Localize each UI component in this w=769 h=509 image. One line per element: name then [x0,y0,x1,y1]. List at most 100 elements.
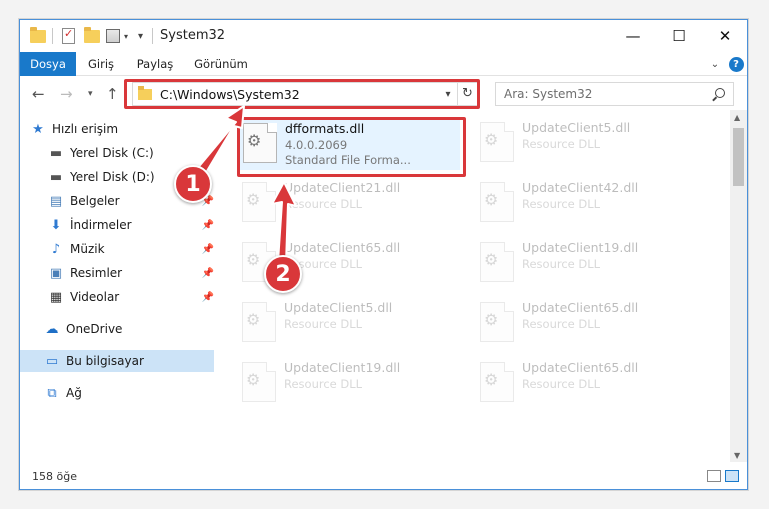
file-name: UpdateClient5.dll [284,300,393,315]
computer-icon: ▭ [45,353,59,369]
gear-icon: ⚙ [246,310,261,329]
sidebar-item-label: Hızlı erişim [52,122,119,136]
forward-button[interactable]: → [60,85,73,103]
sidebar-item-pictures[interactable]: ▣ Resimler 📌 [48,262,214,284]
scroll-up-icon[interactable]: ▲ [734,113,740,122]
file-tile[interactable]: ⚙ UpdateClient19.dll Resource DLL [240,358,460,410]
pin-icon: 📌 [201,243,214,255]
sidebar-item-label: Yerel Disk (D:) [70,170,155,184]
gear-icon: ⚙ [484,190,499,209]
gear-icon: ⚙ [484,370,499,389]
sidebar-item-quick-access[interactable]: ★ Hızlı erişim [30,118,214,140]
file-name: UpdateClient42.dll [522,180,639,195]
file-tile[interactable]: ⚙ UpdateClient65.dll Resource DLL [478,358,698,410]
scroll-down-icon[interactable]: ▼ [734,451,740,460]
quick-access-customize-icon[interactable]: ▾ [138,27,143,45]
sidebar-item-label: OneDrive [66,322,123,336]
search-icon[interactable] [715,88,725,98]
sidebar-item-onedrive[interactable]: ☁ OneDrive [44,318,214,340]
help-icon[interactable]: ? [728,56,744,72]
drive-icon: ▬ [49,169,63,185]
sidebar-item-videos[interactable]: ▦ Videolar 📌 [48,286,214,308]
back-button[interactable]: ← [32,85,45,103]
file-name: UpdateClient65.dll [522,360,639,375]
sidebar-item-label: Resimler [70,266,123,280]
new-folder-icon[interactable] [84,26,100,45]
file-type: Resource DLL [522,197,601,211]
file-tile[interactable]: ⚙ UpdateClient5.dll Resource DLL [478,118,698,170]
file-highlight [237,117,466,177]
file-name: UpdateClient5.dll [522,120,631,135]
vertical-scrollbar[interactable]: ▲ ▼ [730,110,747,462]
file-type: Resource DLL [522,257,601,271]
close-button[interactable]: ✕ [702,20,747,52]
search-input[interactable]: Ara: System32 [495,82,734,106]
sidebar-item-label: Ağ [66,386,82,400]
step-2-badge: 2 [264,255,302,293]
file-name: UpdateClient65.dll [522,300,639,315]
scroll-thumb[interactable] [733,128,744,186]
customize-view-icon[interactable] [106,27,120,45]
videos-icon: ▦ [49,289,63,305]
file-tile[interactable]: ⚙ UpdateClient19.dll Resource DLL [478,238,698,290]
music-icon: ♪ [51,241,61,257]
sidebar-item-label: Videolar [70,290,120,304]
quick-access-dropdown-icon[interactable]: ▾ [124,27,128,45]
sidebar-item-network[interactable]: ⧉ Ağ [44,382,214,404]
drive-icon: ▬ [49,145,63,161]
pictures-icon: ▣ [49,265,63,281]
sidebar-item-label: Yerel Disk (C:) [70,146,154,160]
tab-dosya[interactable]: Dosya [20,52,76,76]
sidebar-item-label: Belgeler [70,194,120,208]
address-bar-highlight [124,79,480,109]
file-tile[interactable]: ⚙ UpdateClient5.dll Resource DLL [240,298,460,350]
pin-icon: 📌 [201,267,214,279]
file-type: Resource DLL [522,377,601,391]
network-icon: ⧉ [47,385,57,401]
minimize-button[interactable]: — [610,20,656,52]
gear-icon: ⚙ [246,190,261,209]
file-type: Resource DLL [522,137,601,151]
search-placeholder: Ara: System32 [504,87,593,101]
file-name: UpdateClient19.dll [284,360,401,375]
recent-locations-button[interactable]: ▾ [88,89,93,99]
documents-icon: ▤ [49,193,63,209]
step-1-badge: 1 [174,165,212,203]
item-count: 158 öğe [32,470,77,483]
pin-icon: 📌 [201,219,214,231]
sidebar-item-local-disk-c[interactable]: ▬ Yerel Disk (C:) [48,142,214,164]
star-icon: ★ [32,121,44,137]
sidebar-item-music[interactable]: ♪ Müzik 📌 [48,238,214,260]
sidebar-item-this-pc[interactable]: ▭ Bu bilgisayar [20,350,214,372]
file-type: Resource DLL [284,377,363,391]
file-tile[interactable]: ⚙ UpdateClient65.dll Resource DLL [478,298,698,350]
file-type: Resource DLL [522,317,601,331]
pin-icon: 📌 [201,291,214,303]
maximize-button[interactable]: ☐ [656,20,702,52]
sidebar-item-downloads[interactable]: ⬇ İndirmeler 📌 [48,214,214,236]
file-name: UpdateClient65.dll [284,240,401,255]
file-name: UpdateClient19.dll [522,240,639,255]
file-type: Resource DLL [284,317,363,331]
tab-paylas[interactable]: Paylaş [126,52,184,76]
tiles-view-icon[interactable] [725,470,739,482]
file-tile[interactable]: ⚙ UpdateClient21.dll Resource DLL [240,178,460,230]
gear-icon: ⚙ [484,130,499,149]
tab-gorunum[interactable]: Görünüm [188,52,254,76]
status-bar: 158 öğe [20,465,747,489]
sidebar-item-label: İndirmeler [70,218,132,232]
download-icon: ⬇ [50,217,62,233]
properties-check-icon[interactable] [62,27,75,45]
gear-icon: ⚙ [484,250,499,269]
up-button[interactable]: ↑ [106,85,119,103]
tab-giris[interactable]: Giriş [78,52,124,76]
file-tile[interactable]: ⚙ UpdateClient42.dll Resource DLL [478,178,698,230]
details-view-icon[interactable] [707,470,721,482]
expand-ribbon-icon[interactable]: ⌄ [708,56,722,72]
ribbon-tabs: Dosya Giriş Paylaş Görünüm ⌄ ? [20,52,747,76]
gear-icon: ⚙ [246,370,261,389]
window-title: System32 [160,28,226,43]
file-name: UpdateClient21.dll [284,180,401,195]
title-bar: ▾ ▾ System32 — ☐ ✕ [20,20,747,52]
gear-icon: ⚙ [484,310,499,329]
